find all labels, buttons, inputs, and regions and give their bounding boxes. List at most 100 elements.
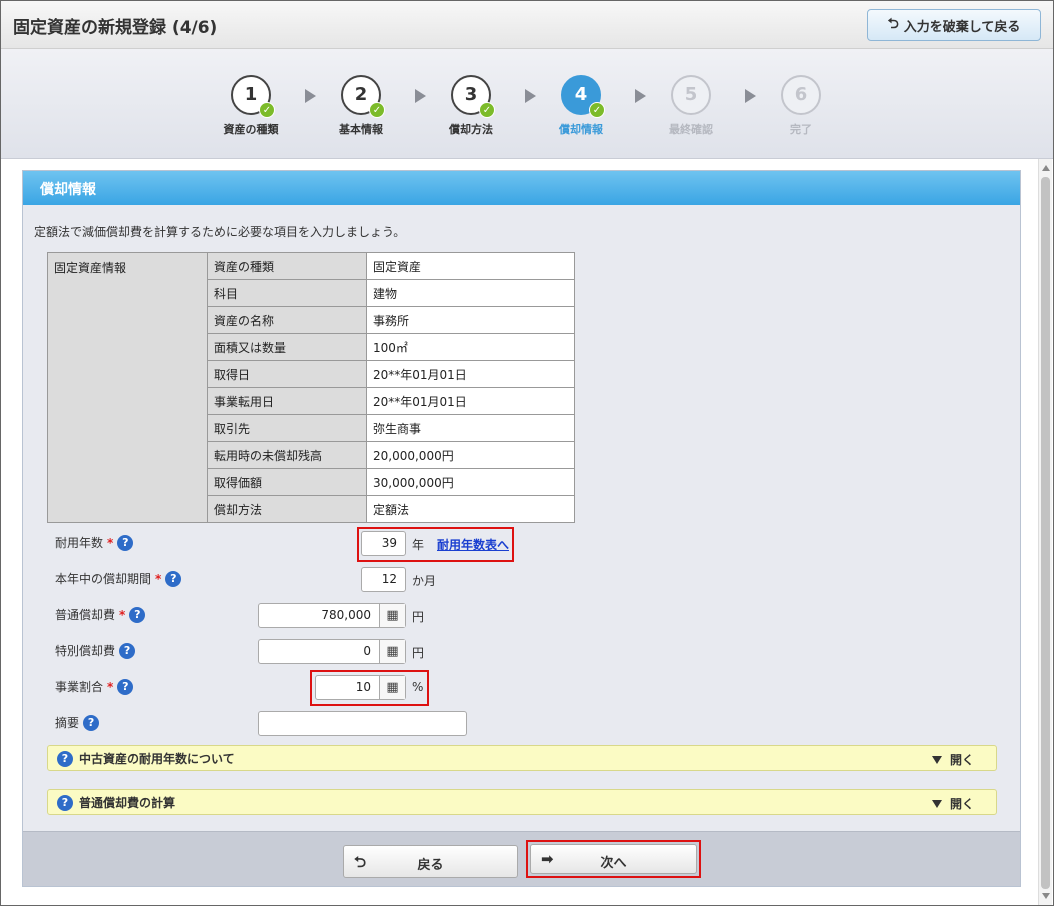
accordion-title: 中古資産の耐用年数について (79, 752, 235, 766)
help-icon[interactable]: ? (129, 606, 146, 623)
normal-depr-label: 普通償却費 (55, 608, 116, 622)
check-icon: ✓ (369, 102, 385, 118)
step-5: 5 最終確認 (651, 75, 731, 137)
special-depr-value: 0 (363, 644, 371, 658)
normal-depr-label-row: 普通償却費 * ? (55, 606, 146, 623)
special-depr-unit: 円 (412, 646, 425, 660)
step-arrow-icon (305, 89, 316, 103)
normal-depr-unit: 円 (412, 610, 425, 624)
check-icon: ✓ (589, 102, 605, 118)
table-value: 建物 (366, 279, 575, 307)
memo-label-row: 摘要 ? (55, 714, 100, 731)
step-2: 2 ✓ 基本情報 (321, 75, 401, 137)
accordion-toggle-label: 開く (949, 797, 974, 811)
useful-life-label: 耐用年数 (55, 536, 104, 550)
business-ratio-unit: % (412, 680, 424, 694)
table-value: 固定資産 (366, 252, 575, 280)
depreciation-panel: 償却情報 定額法で減価償却費を計算するために必要な項目を入力しましょう。 固定資… (22, 170, 1021, 887)
vertical-scrollbar[interactable] (1038, 159, 1052, 905)
table-value: 100㎡ (366, 333, 575, 361)
accordion-toggle[interactable]: 開く (931, 751, 974, 768)
memo-input[interactable] (258, 711, 467, 736)
memo-label: 摘要 (55, 716, 80, 730)
help-icon[interactable]: ? (83, 714, 100, 731)
table-key: 取引先 (207, 414, 367, 442)
table-value: 事務所 (366, 306, 575, 334)
table-value: 20,000,000円 (366, 441, 575, 469)
page-title: 固定資産の新規登録 (4/6) (13, 18, 218, 38)
table-group-label: 固定資産情報 (47, 252, 208, 523)
step-arrow-icon (415, 89, 426, 103)
table-value: 20**年01月01日 (366, 360, 575, 388)
table-key: 科目 (207, 279, 367, 307)
chevron-down-icon (931, 799, 942, 808)
useful-life-input[interactable]: 39 (361, 531, 406, 556)
step-arrow-icon (745, 89, 756, 103)
progress-stepper: 1 ✓ 資産の種類 2 ✓ 基本情報 3 ✓ 償却方法 4 ✓ 償却情報 5 最終確認 … (1, 49, 1053, 159)
help-icon[interactable]: ? (165, 570, 182, 587)
special-depr-input[interactable]: 0 ▦ (258, 639, 406, 664)
accordion-toggle-label: 開く (949, 753, 974, 767)
step-3: 3 ✓ 償却方法 (431, 75, 511, 137)
help-icon[interactable]: ? (117, 534, 134, 551)
step-1: 1 ✓ 資産の種類 (211, 75, 291, 137)
panel-title: 償却情報 (23, 171, 1020, 205)
table-value: 定額法 (366, 495, 575, 523)
next-button[interactable]: ➡ 次へ (530, 844, 697, 874)
used-asset-life-accordion[interactable]: ? 中古資産の耐用年数について 開く (47, 745, 997, 771)
discard-button-label: 入力を破棄して戻る (903, 19, 1021, 35)
months-label: 本年中の償却期間 (55, 572, 152, 586)
business-ratio-input[interactable]: 10 ▦ (315, 675, 406, 700)
calculator-icon[interactable]: ▦ (379, 640, 405, 663)
months-unit: か月 (412, 574, 437, 588)
app-window: 固定資産の新規登録 (4/6) ⮌ 入力を破棄して戻る 1 ✓ 資産の種類 2 ✓ … (0, 0, 1054, 906)
step-5-number: 5 (684, 84, 698, 105)
required-mark: * (119, 607, 126, 622)
business-ratio-label-row: 事業割合 * ? (55, 678, 134, 695)
business-ratio-value: 10 (355, 680, 371, 694)
normal-depr-value: 780,000 (321, 608, 371, 622)
normal-depr-input[interactable]: 780,000 ▦ (258, 603, 406, 628)
asset-info-table: 固定資産情報 資産の種類 固定資産 科目 建物 資産の名称 事務所 面積又は数量 10… (47, 252, 575, 523)
table-row: 固定資産情報 資産の種類 固定資産 (47, 252, 575, 523)
next-button-label: 次へ (600, 856, 627, 871)
required-mark: * (155, 571, 162, 586)
scroll-up-icon[interactable] (1042, 165, 1050, 171)
required-mark: * (107, 535, 114, 550)
help-icon[interactable]: ? (117, 678, 134, 695)
back-button-label: 戻る (417, 858, 444, 873)
special-depr-label-row: 特別償却費 ? (55, 642, 136, 659)
chevron-down-icon (931, 755, 942, 764)
panel-footer: ⮌ 戻る ➡ 次へ (23, 831, 1020, 886)
useful-life-table-link[interactable]: 耐用年数表へ (437, 536, 509, 553)
step-arrow-icon (525, 89, 536, 103)
table-key: 事業転用日 (207, 387, 367, 415)
step-2-number: 2 (354, 84, 368, 105)
intro-text: 定額法で減価償却費を計算するために必要な項目を入力しましょう。 (34, 225, 406, 239)
scroll-thumb[interactable] (1041, 177, 1050, 889)
useful-life-unit: 年 (412, 538, 425, 552)
calculator-icon[interactable]: ▦ (379, 676, 405, 699)
months-input[interactable]: 12 (361, 567, 406, 592)
return-icon: ⮌ (887, 16, 899, 32)
discard-and-return-button[interactable]: ⮌ 入力を破棄して戻る (867, 9, 1041, 41)
scroll-down-icon[interactable] (1042, 893, 1050, 899)
check-icon: ✓ (259, 102, 275, 118)
help-icon: ? (57, 750, 73, 767)
accordion-title: 普通償却費の計算 (79, 796, 176, 810)
normal-depr-calc-accordion[interactable]: ? 普通償却費の計算 開く (47, 789, 997, 815)
back-button[interactable]: ⮌ 戻る (343, 845, 518, 878)
help-icon[interactable]: ? (119, 642, 136, 659)
step-1-number: 1 (244, 84, 258, 105)
step-6: 6 完了 (761, 75, 841, 137)
accordion-toggle[interactable]: 開く (931, 795, 974, 812)
step-4: 4 ✓ 償却情報 (541, 75, 621, 137)
months-label-row: 本年中の償却期間 * ? (55, 570, 182, 587)
step-5-label: 最終確認 (669, 123, 713, 136)
help-icon: ? (57, 794, 73, 811)
step-4-number: 4 (574, 84, 588, 105)
step-6-number: 6 (794, 84, 808, 105)
table-key: 面積又は数量 (207, 333, 367, 361)
step-3-number: 3 (464, 84, 478, 105)
calculator-icon[interactable]: ▦ (379, 604, 405, 627)
